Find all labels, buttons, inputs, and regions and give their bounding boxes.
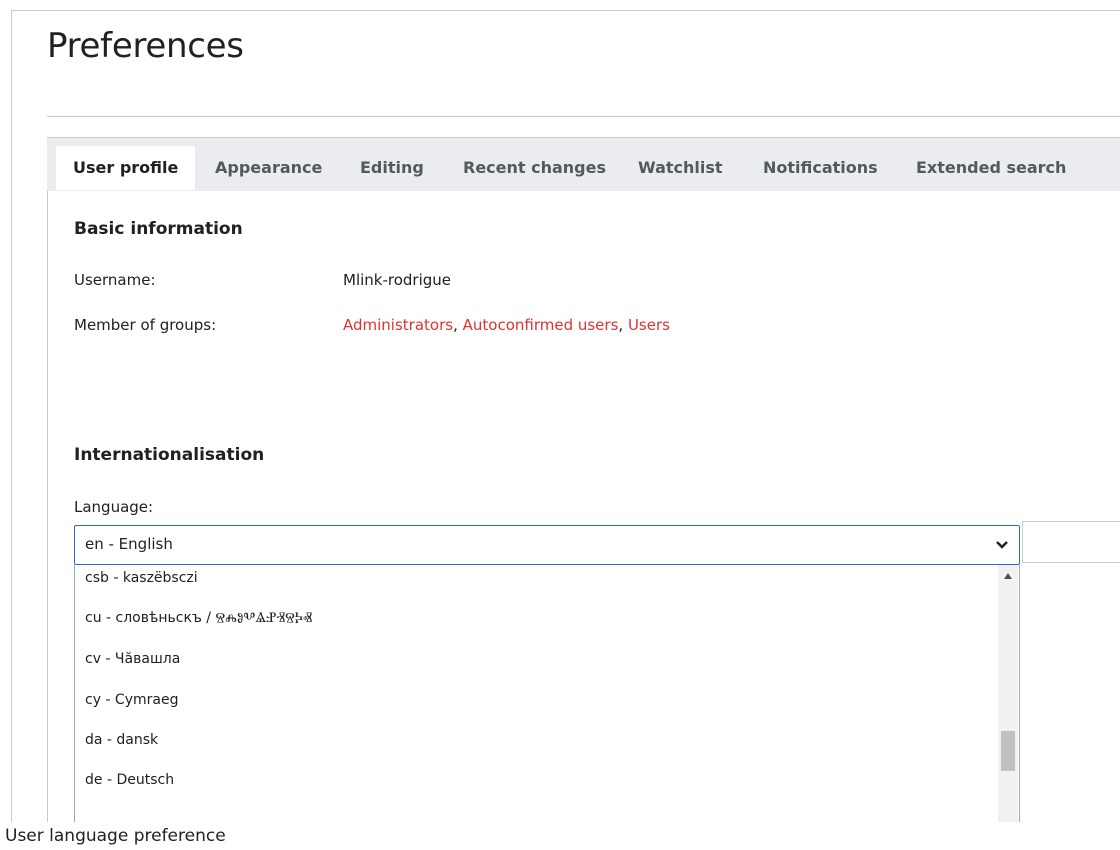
tab-user-profile[interactable]: User profile — [56, 146, 196, 190]
language-option-cy[interactable]: cy - Cymraeg — [85, 692, 178, 708]
tab-notifications[interactable]: Notifications — [746, 146, 895, 190]
group-separator: , — [618, 316, 628, 334]
language-select-value: en - English — [85, 535, 173, 553]
tab-watchlist[interactable]: Watchlist — [621, 146, 740, 190]
group-link-administrators[interactable]: Administrators — [343, 316, 453, 334]
language-option-cu[interactable]: cu - словѣньскъ / ⰔⰎⰑⰂⰡⰐⰠⰔⰍⰟ — [85, 610, 312, 626]
tab-appearance[interactable]: Appearance — [198, 146, 339, 190]
basic-information-heading: Basic information — [74, 219, 243, 239]
language-label: Language: — [74, 498, 154, 516]
scrollbar-thumb[interactable] — [1001, 731, 1015, 771]
groups-label: Member of groups: — [74, 316, 217, 334]
tab-recent-changes[interactable]: Recent changes — [446, 146, 623, 190]
group-link-autoconfirmed-users[interactable]: Autoconfirmed users — [463, 316, 619, 334]
language-option-de[interactable]: de - Deutsch — [85, 772, 174, 788]
language-dropdown-list: csb - kaszëbsczi cu - словѣньскъ / ⰔⰎⰑⰂⰡ… — [74, 565, 1020, 822]
scroll-up-arrow-icon[interactable] — [1004, 573, 1012, 579]
page-title: Preferences — [47, 26, 244, 66]
tab-extended-search[interactable]: Extended search — [899, 146, 1083, 190]
username-label: Username: — [74, 271, 156, 289]
adjacent-field — [1022, 521, 1120, 563]
language-option-cv[interactable]: cv - Чӑвашла — [85, 651, 180, 667]
language-option-da[interactable]: da - dansk — [85, 732, 158, 748]
language-option-csb[interactable]: csb - kaszëbsczi — [85, 570, 198, 586]
username-value: Mlink-rodrigue — [343, 271, 452, 289]
groups-list: Administrators, Autoconfirmed users, Use… — [343, 316, 670, 334]
language-select[interactable]: en - English — [74, 525, 1020, 565]
group-link-users[interactable]: Users — [628, 316, 670, 334]
tab-editing[interactable]: Editing — [343, 146, 441, 190]
group-separator: , — [453, 316, 463, 334]
figure-caption: User language preference — [0, 822, 1120, 850]
dropdown-scrollbar[interactable] — [998, 565, 1018, 822]
title-divider — [47, 116, 1120, 117]
chevron-down-icon — [996, 541, 1008, 549]
internationalisation-heading: Internationalisation — [74, 445, 265, 465]
